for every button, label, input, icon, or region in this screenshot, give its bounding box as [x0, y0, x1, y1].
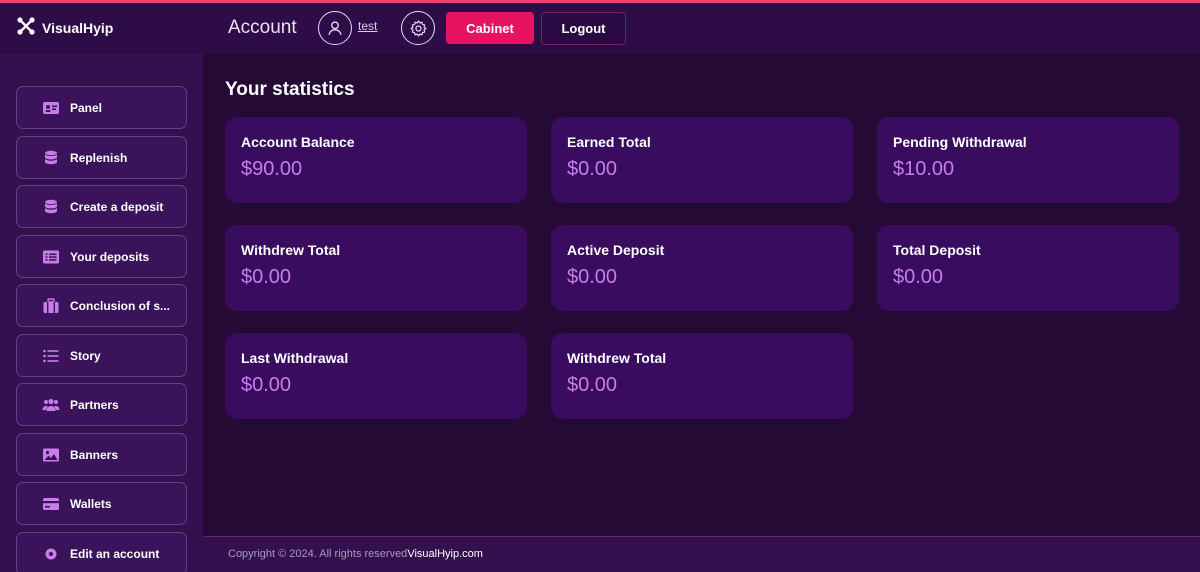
list-icon: [41, 347, 61, 365]
stat-value: $0.00: [567, 374, 618, 396]
stat-value: $90.00: [241, 158, 303, 180]
main-content: Your statistics Account Balance $90.00 E…: [203, 54, 1200, 536]
sidebar-item-label: Replenish: [70, 150, 128, 165]
sidebar: Panel Replenish Create a deposit Your de…: [0, 54, 203, 572]
sidebar-item-label: Conclusion of s...: [70, 298, 171, 313]
header: VisualHyip Account test Cabinet Logout: [0, 3, 1200, 54]
sidebar-item-banners[interactable]: Banners: [16, 433, 187, 476]
stat-card-total-deposit: Total Deposit $0.00: [877, 225, 1179, 311]
sidebar-item-label: Panel: [70, 100, 103, 115]
footer-text: Copyright © 2024. All rights reservedVis…: [228, 548, 483, 560]
sidebar-item-conclusion[interactable]: Conclusion of s...: [16, 284, 187, 327]
id-card-icon: [41, 99, 61, 117]
stat-card-pending-withdrawal: Pending Withdrawal $10.00: [877, 117, 1179, 203]
sidebar-item-label: Banners: [70, 447, 119, 462]
stat-label: Pending Withdrawal: [893, 134, 1027, 150]
stat-value: $10.00: [893, 158, 955, 180]
stat-value: $0.00: [241, 266, 292, 288]
stat-label: Account Balance: [241, 134, 355, 150]
stat-label: Active Deposit: [567, 242, 665, 258]
stat-value: $0.00: [567, 158, 618, 180]
sidebar-item-label: Edit an account: [70, 546, 160, 561]
stat-label: Withdrew Total: [567, 350, 667, 366]
gear-icon: [409, 19, 427, 37]
logout-button[interactable]: Logout: [541, 12, 626, 45]
credit-card-icon: [41, 495, 61, 513]
section-title: Your statistics: [225, 79, 355, 100]
stat-card-withdrew-total-2: Withdrew Total $0.00: [551, 333, 853, 419]
cabinet-button[interactable]: Cabinet: [446, 12, 534, 44]
user-gear-icon: [41, 545, 61, 563]
username-link[interactable]: test: [358, 19, 377, 33]
image-icon: [41, 446, 61, 464]
logo[interactable]: VisualHyip: [16, 16, 113, 40]
user-button[interactable]: [318, 11, 352, 45]
logo-text: VisualHyip: [42, 20, 114, 36]
sidebar-item-your-deposits[interactable]: Your deposits: [16, 235, 187, 278]
suitcase-icon: [41, 297, 61, 315]
settings-button[interactable]: [401, 11, 435, 45]
stat-card-last-withdrawal: Last Withdrawal $0.00: [225, 333, 527, 419]
sidebar-item-create-deposit[interactable]: Create a deposit: [16, 185, 187, 228]
sidebar-item-label: Wallets: [70, 496, 112, 511]
sidebar-item-replenish[interactable]: Replenish: [16, 136, 187, 179]
stat-label: Withdrew Total: [241, 242, 341, 258]
footer-brand-link[interactable]: VisualHyip.com: [407, 548, 483, 560]
page-title: Account: [228, 17, 297, 38]
stat-card-withdrew-total: Withdrew Total $0.00: [225, 225, 527, 311]
database-icon: [41, 149, 61, 167]
stat-value: $0.00: [241, 374, 292, 396]
user-icon: [328, 21, 342, 35]
stat-label: Last Withdrawal: [241, 350, 349, 366]
stat-card-account-balance: Account Balance $90.00: [225, 117, 527, 203]
sidebar-item-label: Your deposits: [70, 249, 150, 264]
sidebar-item-wallets[interactable]: Wallets: [16, 482, 187, 525]
sidebar-item-panel[interactable]: Panel: [16, 86, 187, 129]
database-icon: [41, 198, 61, 216]
footer: Copyright © 2024. All rights reservedVis…: [203, 536, 1200, 572]
sidebar-item-partners[interactable]: Partners: [16, 383, 187, 426]
sidebar-item-story[interactable]: Story: [16, 334, 187, 377]
stat-card-earned-total: Earned Total $0.00: [551, 117, 853, 203]
copyright-text: Copyright © 2024. All rights reserved: [228, 548, 408, 560]
sidebar-item-label: Story: [70, 348, 101, 363]
sidebar-item-edit-account[interactable]: Edit an account: [16, 532, 187, 572]
stat-label: Total Deposit: [893, 242, 981, 258]
users-icon: [41, 396, 61, 414]
stat-label: Earned Total: [567, 134, 651, 150]
stat-value: $0.00: [893, 266, 944, 288]
list-card-icon: [41, 248, 61, 266]
stat-value: $0.00: [567, 266, 618, 288]
logo-icon: [16, 16, 36, 41]
sidebar-item-label: Create a deposit: [70, 199, 164, 214]
sidebar-item-label: Partners: [70, 397, 119, 412]
stat-card-active-deposit: Active Deposit $0.00: [551, 225, 853, 311]
